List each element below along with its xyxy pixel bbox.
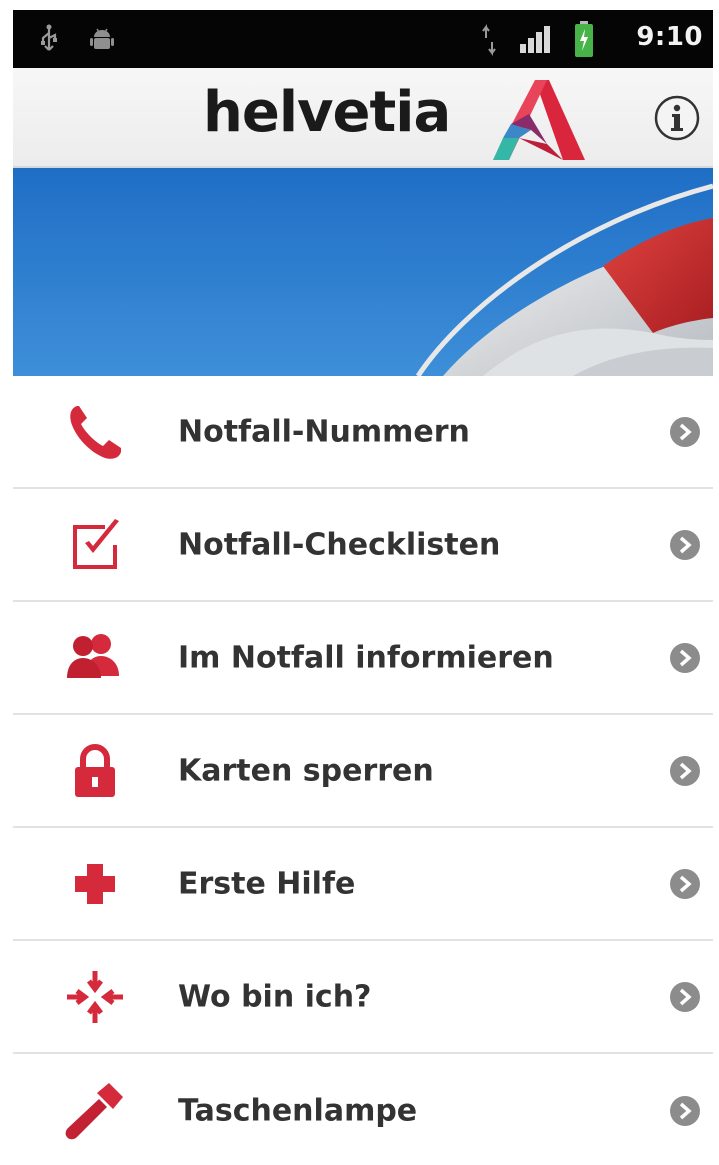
data-arrows-icon [482, 24, 496, 56]
first-aid-cross-icon [75, 863, 115, 904]
menu-item-label: Wo bin ich? [178, 979, 372, 1014]
battery-icon [575, 21, 593, 57]
status-bar: 9:10 [13, 10, 713, 68]
status-time: 9:10 [636, 22, 703, 52]
menu-item-label: Im Notfall informieren [178, 640, 554, 675]
usb-icon [41, 24, 57, 51]
lock-icon [75, 743, 115, 797]
location-arrows-icon [67, 970, 123, 1023]
people-icon [67, 633, 119, 678]
app-header: helvetia [13, 68, 713, 168]
left-edge [0, 0, 13, 1165]
right-edge [713, 0, 719, 1165]
menu-item-label: Notfall-Checklisten [178, 527, 501, 562]
menu-item-taschenlampe[interactable]: Taschenlampe [13, 1054, 713, 1165]
menu-item-notfall-nummern[interactable]: Notfall-Nummern [13, 376, 713, 489]
brand-logo-text: helvetia [203, 80, 451, 145]
app-screen: 9:10 helvetia Notfall-Nummern Notfall-Ch… [0, 0, 719, 1165]
menu-item-label: Karten sperren [178, 753, 434, 788]
chevron-right-icon [670, 642, 700, 673]
lifebuoy-banner [13, 168, 713, 376]
helvetia-logo-icon [493, 80, 585, 160]
menu-item-wo-bin-ich[interactable]: Wo bin ich? [13, 941, 713, 1054]
menu-list: Notfall-Nummern Notfall-Checklisten Im N… [13, 376, 713, 1165]
signal-icon [520, 26, 550, 53]
menu-item-label: Erste Hilfe [178, 866, 356, 901]
chevron-right-icon [670, 981, 700, 1012]
chevron-right-icon [670, 755, 700, 786]
flashlight-icon [65, 1082, 123, 1139]
chevron-right-icon [670, 529, 700, 560]
menu-item-karten-sperren[interactable]: Karten sperren [13, 715, 713, 828]
chevron-right-icon [670, 868, 700, 899]
android-debug-icon [90, 28, 114, 49]
menu-item-im-notfall-informieren[interactable]: Im Notfall informieren [13, 602, 713, 715]
chevron-right-icon [670, 1095, 700, 1126]
banner-illustration [13, 168, 713, 376]
chevron-right-icon [670, 416, 700, 447]
menu-item-label: Taschenlampe [178, 1093, 418, 1128]
menu-item-erste-hilfe[interactable]: Erste Hilfe [13, 828, 713, 941]
phone-icon [70, 405, 121, 459]
menu-item-notfall-checklisten[interactable]: Notfall-Checklisten [13, 489, 713, 602]
info-icon[interactable] [653, 94, 701, 142]
checklist-icon [73, 518, 119, 569]
menu-item-label: Notfall-Nummern [178, 414, 470, 449]
